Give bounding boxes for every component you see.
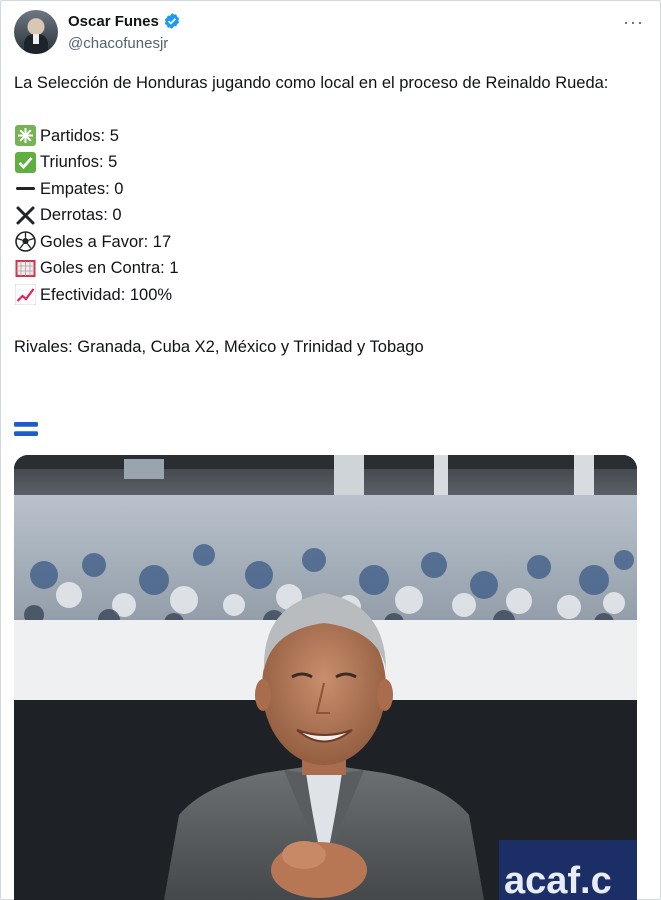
author-name-row[interactable]: Oscar Funes xyxy=(68,12,181,30)
stat-text: Efectividad: 100% xyxy=(40,285,173,304)
cross-icon xyxy=(14,204,36,226)
chart-increasing-icon xyxy=(14,284,36,306)
tweet-header: Oscar Funes @chacofunesjr ··· xyxy=(14,10,644,58)
author-handle[interactable]: @chacofunesjr xyxy=(68,35,168,52)
stat-line: Efectividad: 100% xyxy=(14,282,644,309)
sparkle-icon xyxy=(14,125,36,147)
verified-badge-icon xyxy=(164,13,179,29)
stat-text: Partidos: 5 xyxy=(40,126,119,145)
stat-line: Triunfos: 5 xyxy=(14,149,644,176)
stat-text: Triunfos: 5 xyxy=(40,153,118,171)
tweet-photo[interactable]: acaf.c xyxy=(14,455,637,900)
banner-text: acaf.c xyxy=(504,860,612,900)
stat-line: Empates: 0 xyxy=(14,176,644,203)
stat-line: Goles a Favor: 17 xyxy=(14,229,644,256)
soccer-ball-icon xyxy=(14,231,36,253)
stat-line: Derrotas: 0 xyxy=(14,202,644,229)
dash-icon xyxy=(14,178,36,200)
stat-text: Empates: 0 xyxy=(40,179,124,198)
stat-line: Partidos: 5 xyxy=(14,123,644,150)
tweet-rivals: Rivales: Granada, Cuba X2, México y Trin… xyxy=(14,338,424,356)
more-options-icon[interactable]: ··· xyxy=(623,12,644,33)
tweet-intro: La Selección de Honduras jugando como lo… xyxy=(14,74,609,92)
stat-line: Goles en Contra: 1 xyxy=(14,255,644,282)
stat-text: Goles en Contra: 1 xyxy=(40,259,179,277)
tweet-text: La Selección de Honduras jugando como lo… xyxy=(14,70,644,361)
check-mark-icon xyxy=(14,151,36,173)
avatar[interactable] xyxy=(14,10,58,54)
honduras-flag-icon xyxy=(14,422,38,436)
author-name[interactable]: Oscar Funes xyxy=(68,13,159,30)
stat-text: Goles a Favor: 17 xyxy=(40,232,172,251)
coach-photo: acaf.c xyxy=(14,455,637,900)
stat-text: Derrotas: 0 xyxy=(40,206,122,224)
goal-net-icon xyxy=(14,257,36,279)
